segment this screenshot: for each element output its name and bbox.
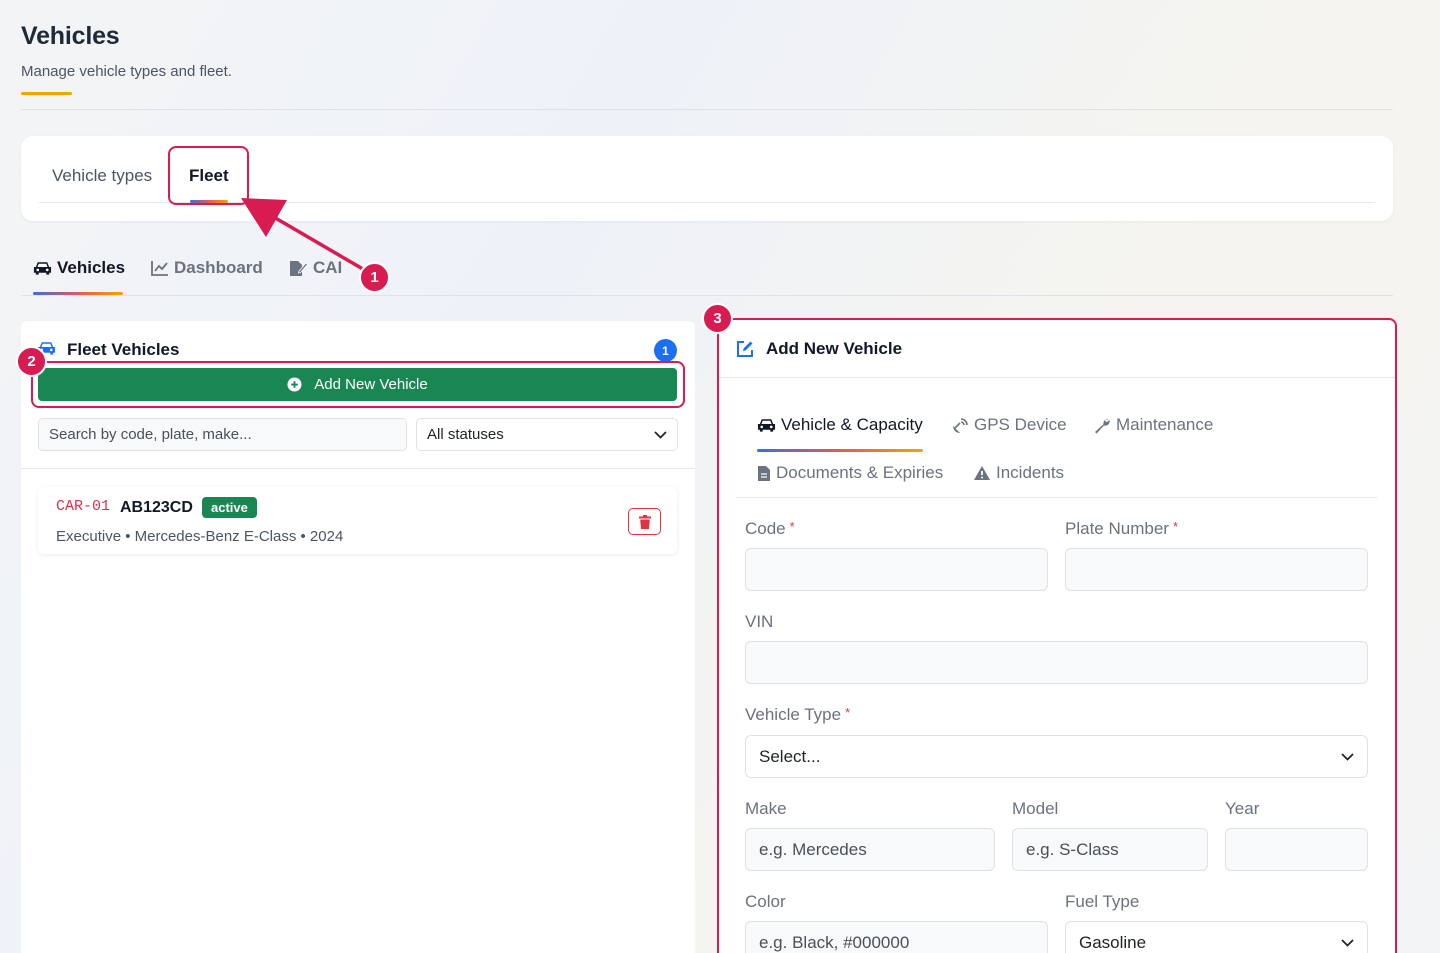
tab-vehicle-capacity[interactable]: Vehicle & Capacity [757,415,923,435]
chevron-down-icon [1341,752,1354,761]
file-icon [758,465,770,481]
fleet-vehicles-panel: Fleet Vehicles 1 Add New Vehicle All sta… [21,321,695,953]
status-badge: active [202,497,257,518]
subtab-cai-label: CAI [313,258,343,277]
tab-gps-device-label: GPS Device [974,415,1067,434]
plate-label: Plate Number * [1065,519,1178,539]
tab-gps-device[interactable]: GPS Device [951,415,1067,435]
vehicle-type-select[interactable]: Select... [745,735,1368,778]
subtab-vehicles-label: Vehicles [57,258,126,277]
form-title: Add New Vehicle [766,339,903,358]
code-input[interactable] [745,548,1048,591]
annotation-highlight-fleet [168,146,249,205]
divider [736,497,1377,498]
fuel-type-select[interactable]: Gasoline [1065,921,1368,953]
required-mark: * [789,519,795,534]
subtab-dashboard-label: Dashboard [174,258,263,277]
chart-line-icon [151,261,168,276]
divider [21,468,695,469]
status-filter-select[interactable]: All statuses [416,418,678,451]
edit-icon [736,340,754,363]
wrench-icon [1095,418,1110,433]
fleet-vehicles-title: Fleet Vehicles [67,340,180,359]
trash-icon [638,514,651,529]
satellite-dish-icon [953,417,968,433]
vehicle-type-label: Vehicle Type * [745,705,850,725]
vehicle-type-value: Select... [759,746,821,766]
tab-vehicle-types[interactable]: Vehicle types [52,166,152,186]
vin-label: VIN [745,612,774,631]
annotation-marker-1: 1 [359,262,390,293]
make-input[interactable] [745,828,995,871]
code-label: Code * [745,519,795,539]
car-icon [757,419,776,432]
tab-incidents[interactable]: Incidents [973,463,1064,483]
color-label: Color [745,892,786,911]
delete-vehicle-button[interactable] [628,508,661,535]
tab-maintenance[interactable]: Maintenance [1093,415,1213,435]
plate-label-text: Plate Number [1065,519,1169,538]
page-header: Vehicles Manage vehicle types and fleet. [21,22,232,95]
add-vehicle-form-panel: Add New Vehicle Vehicle & Capacity GPS D… [717,318,1397,953]
status-filter-value: All statuses [427,426,504,443]
vehicle-code: CAR-01 [56,498,111,515]
model-label: Model [1012,799,1059,818]
tab-vehicle-capacity-label: Vehicle & Capacity [781,415,923,434]
vehicle-meta: Executive • Mercedes-Benz E-Class • 2024 [56,528,344,545]
tab-maintenance-label: Maintenance [1116,415,1214,434]
required-mark: * [1172,519,1178,534]
code-label-text: Code [745,519,786,538]
divider [719,377,1395,378]
subtab-dashboard[interactable]: Dashboard [151,258,263,278]
plate-number-input[interactable] [1065,548,1368,591]
page-title: Vehicles [21,22,120,50]
page-subtitle: Manage vehicle types and fleet. [21,63,232,80]
annotation-marker-3: 3 [702,303,733,334]
vehicle-type-label-text: Vehicle Type [745,705,842,724]
vehicle-plate: AB123CD [120,499,193,516]
make-label: Make [745,799,787,818]
vin-input[interactable] [745,641,1368,684]
title-underline [21,92,72,95]
warning-icon [974,466,990,480]
file-signature-icon [290,260,308,276]
fuel-type-value: Gasoline [1079,932,1147,952]
model-input[interactable] [1012,828,1208,871]
annotation-highlight-add-button [31,361,685,408]
vehicle-list-item[interactable]: CAR-01 AB123CD active Executive • Merced… [38,487,677,554]
required-mark: * [845,705,851,720]
vehicle-search-input[interactable] [38,418,407,451]
vehicle-count-badge: 1 [654,339,677,362]
tab-documents-expiries[interactable]: Documents & Expiries [757,463,943,483]
annotation-marker-2: 2 [16,346,47,377]
chevron-down-icon [1341,938,1354,947]
tab-incidents-label: Incidents [996,463,1065,482]
car-icon [33,262,52,275]
divider [21,295,1393,296]
active-form-tab-indicator [757,449,923,452]
subtab-vehicles[interactable]: Vehicles [33,258,125,278]
chevron-down-icon [654,430,667,439]
tab-documents-label: Documents & Expiries [776,463,944,482]
color-input[interactable] [745,921,1048,953]
year-input[interactable] [1225,828,1368,871]
fuel-type-label: Fuel Type [1065,892,1140,911]
year-label: Year [1225,799,1260,818]
subtab-cai[interactable]: CAI [289,258,342,278]
divider [21,109,1393,110]
